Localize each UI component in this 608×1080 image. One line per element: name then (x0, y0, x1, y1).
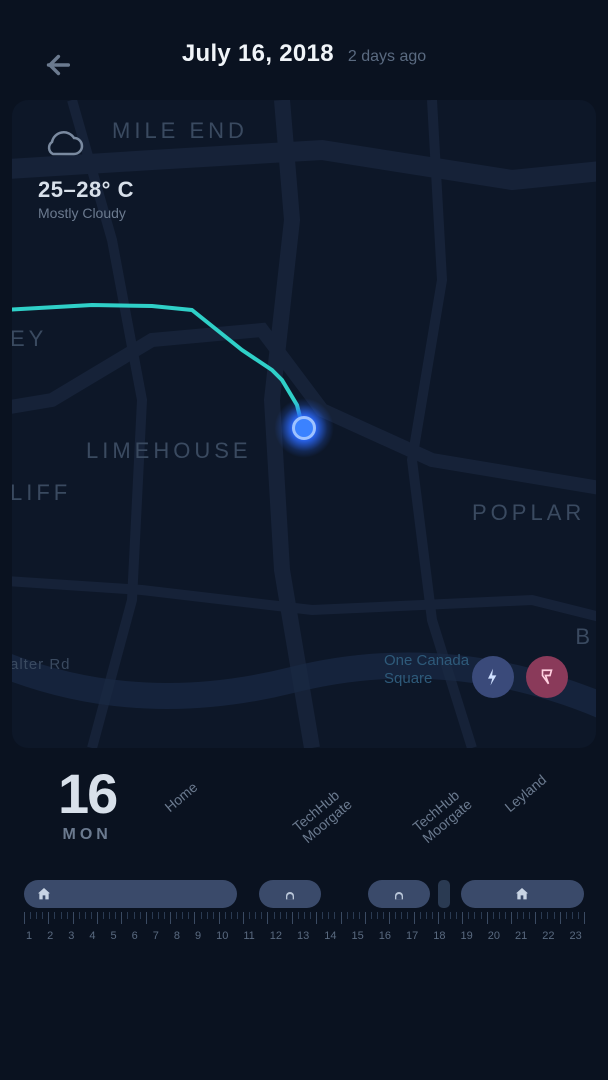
current-location-marker (274, 398, 334, 458)
back-button[interactable] (40, 48, 74, 87)
timeline-segment[interactable] (438, 880, 449, 908)
timeline-location-label: TechHub Moorgate (410, 785, 475, 847)
timeline-hour-label: 20 (488, 930, 500, 942)
timeline-hour-label: 17 (406, 930, 418, 942)
weather-overlay: 25–28° C Mostly Cloudy (38, 126, 134, 221)
timeline-hour-label: 10 (216, 930, 228, 942)
map-partial-label: B (575, 624, 594, 650)
date-title: July 16, 2018 (182, 40, 334, 68)
timeline-hour-label: 11 (243, 930, 254, 942)
temperature: 25–28° C (38, 177, 134, 203)
foursquare-icon (538, 668, 556, 686)
timeline-hour-label: 12 (270, 930, 282, 942)
timeline-section: 16 MON Home TechHub Moorgate TechHub Moo… (0, 748, 608, 942)
date-relative: 2 days ago (348, 48, 426, 66)
timeline-ticks (24, 912, 584, 928)
timeline-segment[interactable] (24, 880, 237, 908)
timeline-hour-label: 1 (26, 930, 32, 942)
timeline-hour-label: 19 (461, 930, 473, 942)
action-button-bolt[interactable] (472, 656, 514, 698)
map-partial-label: alter Rd (12, 656, 71, 673)
timeline-hour-label: 15 (352, 930, 364, 942)
map-district-label: POPLAR (472, 500, 585, 526)
timeline-hour-label: 9 (195, 930, 201, 942)
map-card[interactable]: MILE END LIMEHOUSE POPLAR EY LIFF B alte… (12, 100, 596, 748)
timeline-hour-label: 22 (542, 930, 554, 942)
action-button-foursquare[interactable] (526, 656, 568, 698)
timeline-segment[interactable] (368, 880, 430, 908)
timeline-hour-label: 5 (111, 930, 117, 942)
timeline-location-label: Home (162, 780, 201, 816)
timeline-hour-label: 18 (433, 930, 445, 942)
weather-condition: Mostly Cloudy (38, 205, 134, 221)
map-district-label: LIMEHOUSE (86, 438, 252, 464)
map-actions (472, 656, 568, 698)
timeline-hour-label: 23 (570, 930, 582, 942)
map-partial-label: EY (12, 326, 47, 352)
title-group: July 16, 2018 2 days ago (182, 40, 426, 68)
timeline-hour-label: 8 (174, 930, 180, 942)
bolt-icon (483, 667, 503, 687)
timeline-hour-label: 7 (153, 930, 159, 942)
timeline-hour-label: 14 (324, 930, 336, 942)
timeline-hour-label: 13 (297, 930, 309, 942)
timeline-hours: 1234567891011121314151617181920212223 (24, 930, 584, 942)
header: July 16, 2018 2 days ago (0, 0, 608, 88)
timeline-hour-label: 2 (47, 930, 53, 942)
timeline-hour-label: 21 (515, 930, 527, 942)
timeline-location-labels: Home TechHub Moorgate TechHub Moorgate L… (0, 748, 608, 838)
arrow-left-icon (40, 48, 74, 82)
timeline-hour-label: 3 (68, 930, 74, 942)
map-partial-label: LIFF (12, 480, 71, 506)
timeline-segment[interactable] (461, 880, 584, 908)
timeline-location-label: Leyland (502, 772, 549, 815)
timeline-segment[interactable] (259, 880, 321, 908)
timeline[interactable]: 1234567891011121314151617181920212223 (24, 880, 584, 942)
timeline-segments (24, 880, 584, 908)
timeline-hour-label: 4 (89, 930, 95, 942)
timeline-hour-label: 16 (379, 930, 391, 942)
timeline-location-label: TechHub Moorgate (290, 785, 355, 847)
map-poi-label: One Canada Square (384, 652, 469, 688)
timeline-hour-label: 6 (132, 930, 138, 942)
cloud-icon (38, 126, 86, 162)
